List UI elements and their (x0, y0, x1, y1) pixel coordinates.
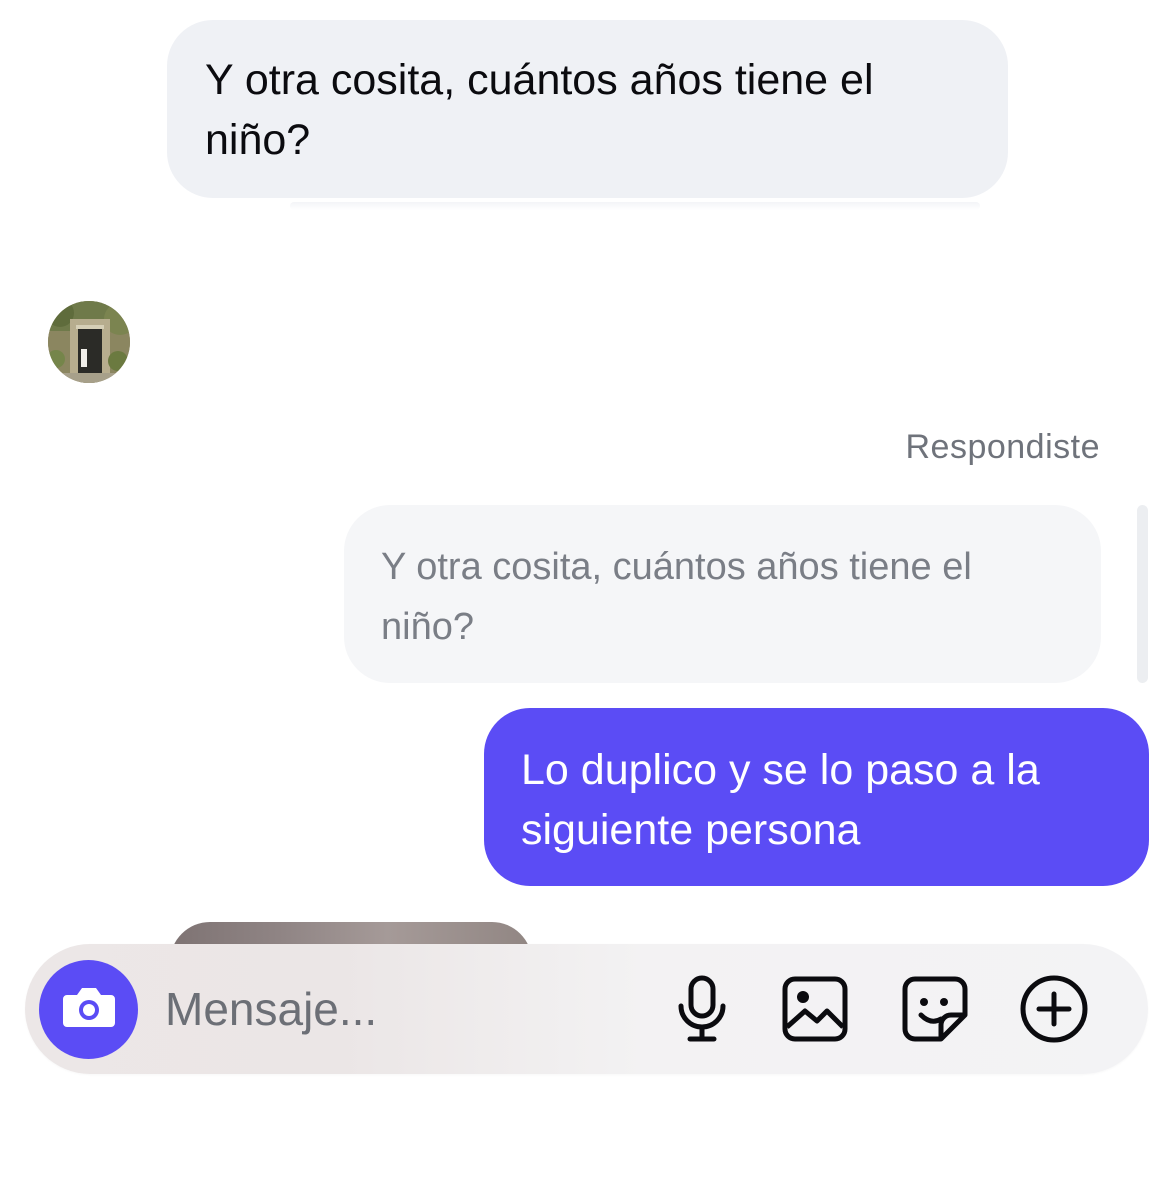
quote-indicator-bar (1137, 505, 1148, 683)
add-icon (1019, 974, 1089, 1044)
outgoing-message-bubble[interactable]: Lo duplico y se lo paso a la siguiente p… (484, 708, 1149, 886)
quoted-reply-bubble[interactable]: Y otra cosita, cuántos años tiene el niñ… (344, 505, 1101, 683)
gallery-icon (781, 975, 849, 1043)
quoted-message-text: Y otra cosita, cuántos años tiene el niñ… (381, 546, 972, 648)
camera-button[interactable] (39, 960, 138, 1059)
camera-icon (61, 983, 117, 1036)
avatar-image (48, 301, 130, 383)
gallery-button[interactable] (780, 974, 850, 1044)
avatar[interactable] (48, 301, 130, 383)
voice-message-button[interactable] (667, 974, 737, 1044)
sticker-icon (901, 975, 969, 1043)
more-options-button[interactable] (1019, 974, 1089, 1044)
incoming-message-text: Y otra cosita, cuántos años tiene el niñ… (205, 56, 874, 164)
bubble-shadow (290, 202, 980, 210)
sticker-button[interactable] (900, 974, 970, 1044)
message-input[interactable] (165, 979, 625, 1039)
chat-screen: Y otra cosita, cuántos años tiene el niñ… (0, 0, 1173, 1200)
reply-label: Respondiste (905, 428, 1100, 466)
incoming-message-bubble[interactable]: Y otra cosita, cuántos años tiene el niñ… (167, 20, 1008, 198)
outgoing-message-text: Lo duplico y se lo paso a la siguiente p… (521, 746, 1040, 854)
message-composer (25, 944, 1148, 1074)
microphone-icon (674, 975, 730, 1043)
